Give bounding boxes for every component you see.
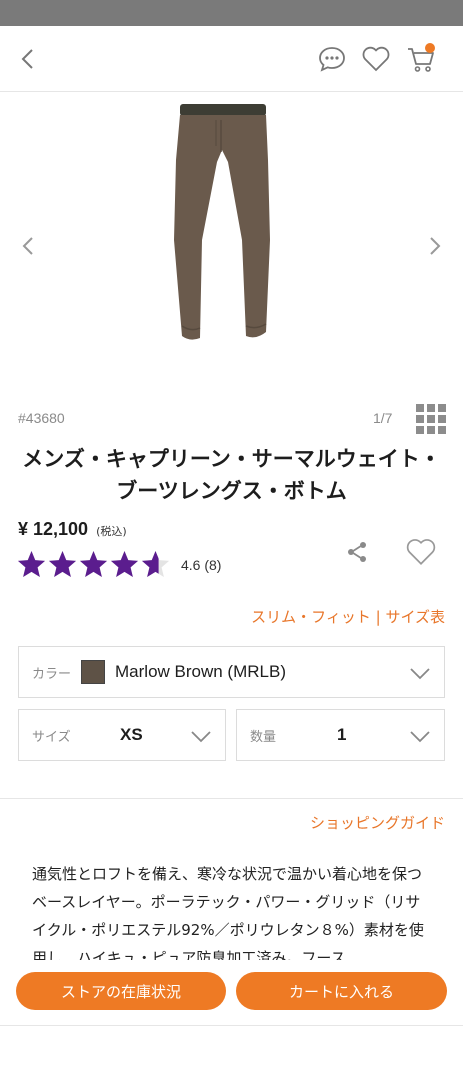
size-selector[interactable]: サイズ XS	[18, 709, 226, 761]
status-strip	[0, 0, 463, 26]
product-image-gallery[interactable]	[0, 92, 463, 392]
cart-badge	[425, 43, 435, 53]
quantity-label: 数量	[250, 729, 277, 745]
heart-icon	[406, 539, 436, 565]
star-icon	[79, 550, 108, 578]
star-icon	[141, 550, 170, 578]
divider	[0, 798, 463, 799]
color-swatch	[81, 660, 106, 684]
chevron-down-icon	[191, 731, 211, 743]
top-nav-bar	[0, 26, 463, 92]
color-selector[interactable]: カラー Marlow Brown (MRLB)	[18, 646, 445, 698]
chat-button[interactable]	[314, 41, 350, 77]
store-stock-button[interactable]: ストアの在庫状況	[16, 972, 226, 1010]
back-button[interactable]	[10, 41, 46, 77]
gallery-next-button[interactable]	[421, 228, 449, 264]
star-icon	[48, 550, 77, 578]
rating-text: 4.6 (8)	[181, 556, 222, 573]
grid-view-button[interactable]	[416, 404, 446, 434]
shopping-guide-link[interactable]: ショッピングガイド	[310, 812, 445, 833]
fit-info: スリム・フィット | サイズ表	[251, 606, 445, 627]
tax-note: (税込)	[96, 525, 127, 538]
share-icon	[348, 542, 366, 562]
heart-icon	[362, 46, 390, 72]
product-sku: #43680	[18, 410, 65, 426]
star-rating[interactable]	[16, 549, 171, 580]
wishlist-button[interactable]	[402, 533, 440, 571]
product-price: ¥ 12,100	[18, 519, 89, 539]
chat-bubble-icon	[319, 47, 345, 72]
image-counter: 1/7	[373, 410, 393, 426]
product-image[interactable]	[160, 100, 280, 350]
quantity-value: 1	[337, 725, 347, 744]
price-row: ¥ 12,100 (税込)	[18, 519, 127, 540]
size-value: XS	[120, 725, 143, 744]
favorites-button[interactable]	[358, 41, 394, 77]
add-to-cart-button[interactable]: カートに入れる	[236, 972, 447, 1010]
action-bar: ストアの在庫状況 カートに入れる	[0, 962, 463, 1026]
product-title: メンズ・キャプリーン・サーマルウェイト・ブーツレングス・ボトム	[22, 447, 441, 503]
color-label: カラー	[32, 666, 72, 682]
grid-icon	[416, 404, 424, 412]
size-label: サイズ	[32, 729, 71, 745]
chevron-left-icon	[21, 49, 33, 69]
fit-separator: |	[370, 608, 386, 626]
chevron-down-icon	[410, 668, 430, 680]
cart-button[interactable]	[403, 41, 439, 77]
gallery-prev-button[interactable]	[14, 228, 42, 264]
share-button[interactable]	[341, 536, 373, 568]
chevron-down-icon	[410, 731, 430, 743]
fit-link[interactable]: スリム・フィット	[251, 608, 371, 626]
color-value: Marlow Brown (MRLB)	[115, 662, 286, 681]
star-icon	[17, 550, 46, 578]
chevron-left-icon	[22, 237, 33, 255]
rating-row[interactable]: 4.6 (8)	[16, 549, 221, 580]
product-description: 通気性とロフトを備え、寒冷な状況で温かい着心地を保つベースレイヤー。ポーラテック…	[32, 865, 424, 960]
chevron-right-icon	[430, 237, 441, 255]
quantity-selector[interactable]: 数量 1	[236, 709, 445, 761]
size-chart-link[interactable]: サイズ表	[385, 608, 445, 626]
star-icon	[110, 550, 139, 578]
